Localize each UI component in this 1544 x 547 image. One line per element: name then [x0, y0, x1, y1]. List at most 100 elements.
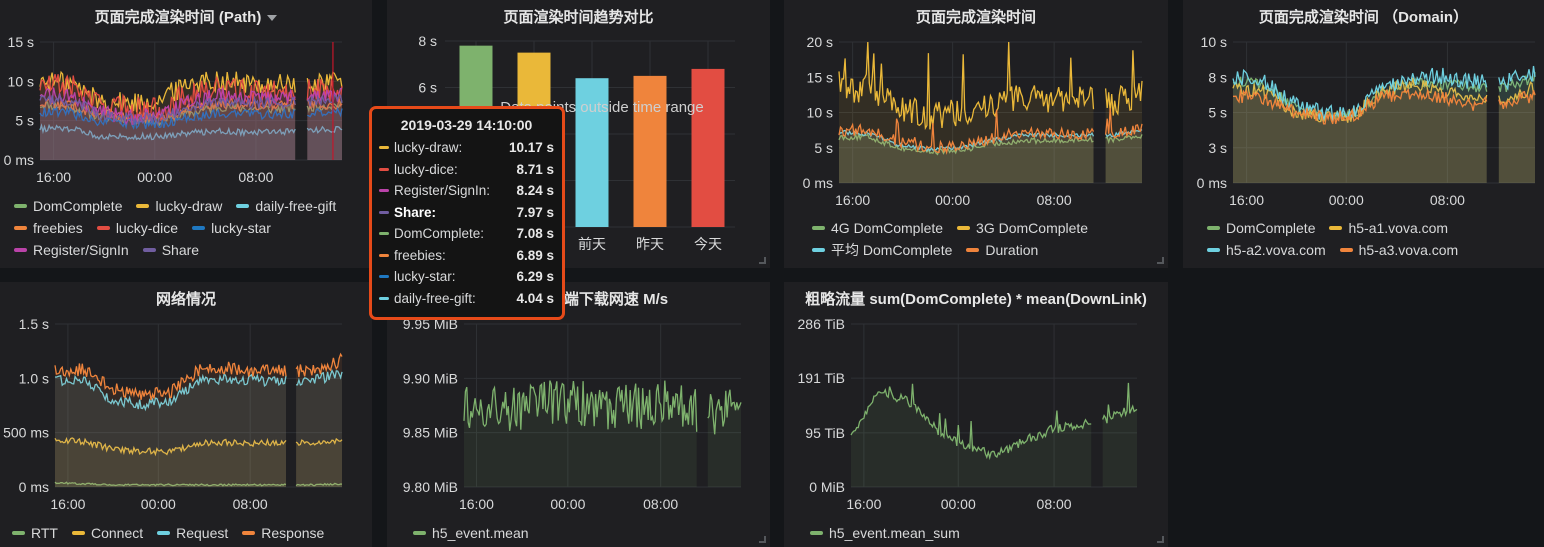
legend-item[interactable]: lucky-draw — [136, 195, 222, 217]
tooltip-series-label: Share: — [394, 204, 437, 220]
legend-item[interactable]: freebies — [14, 217, 83, 239]
legend-label: h5_event.mean_sum — [829, 525, 960, 541]
tooltip-series-label: daily-free-gift: — [394, 290, 476, 306]
series-swatch-icon — [379, 189, 389, 193]
legend-item[interactable]: Share — [142, 239, 199, 261]
legend-item[interactable]: h5-a2.vova.com — [1207, 239, 1326, 261]
legend: 4G DomComplete 3G DomComplete 平均 DomComple… — [812, 217, 1102, 261]
series-area — [296, 354, 342, 487]
y-tick-label: 9.85 MiB — [403, 425, 458, 441]
y-tick-label: 9.80 MiB — [403, 479, 458, 495]
legend-item[interactable]: daily-free-gift — [236, 195, 336, 217]
x-tick-label: 08:00 — [1430, 192, 1465, 208]
legend-label: Request — [176, 525, 229, 541]
tooltip-row: lucky-draw: 10.17 s — [379, 137, 554, 159]
series-swatch-icon — [379, 296, 389, 300]
legend-item[interactable]: Response — [242, 522, 324, 544]
y-tick-label: 10 s — [8, 73, 34, 89]
tooltip-series-label: lucky-dice: — [394, 161, 458, 177]
legend-row: 4G DomComplete 3G DomComplete — [812, 217, 1102, 239]
tooltip-row: Share: 7.97 s — [379, 202, 554, 224]
resize-handle[interactable] — [1157, 257, 1164, 264]
tooltip-series-value: 10.17 s — [508, 140, 554, 156]
y-tick-label: 95 TiB — [805, 425, 845, 441]
resize-handle[interactable] — [1157, 536, 1164, 543]
tooltip-series-value: 6.89 s — [516, 247, 554, 263]
legend-label: h5-a2.vova.com — [1226, 242, 1326, 258]
legend-swatch-icon — [192, 226, 206, 231]
tooltip-row: lucky-star: 6.29 s — [379, 266, 554, 288]
legend-swatch-icon — [236, 204, 250, 209]
panel-domain: 页面完成渲染时间 （Domain） 0 ms 3 s5 s8 s 10 s 16:00… — [1183, 0, 1544, 268]
chart-traffic[interactable]: 0 MiB 95 TiB 191 TiB 286 TiB 16:00 00:00 08:00 — [784, 282, 1168, 547]
legend-swatch-icon — [14, 248, 27, 253]
x-tick-label: 00:00 — [941, 496, 976, 512]
chart-speed[interactable]: 9.80 MiB9.85 MiB9.90 MiB9.95 MiB16:00 00:… — [387, 282, 770, 547]
resize-handle[interactable] — [759, 536, 766, 543]
tooltip-series-value: 8.24 s — [516, 183, 554, 199]
legend-row: h5-a2.vova.com h5-a3.vova.com — [1207, 239, 1472, 261]
legend-item[interactable]: h5-a1.vova.com — [1329, 217, 1448, 239]
x-tick-label: 16:00 — [459, 496, 494, 512]
series-swatch-icon — [379, 253, 389, 257]
legend-label: 3G DomComplete — [976, 220, 1089, 236]
x-tick-label: 00:00 — [550, 496, 585, 512]
tooltip-series-label: DomComplete: — [394, 226, 485, 242]
legend-item[interactable]: Connect — [71, 522, 143, 544]
x-tick-label: 00:00 — [1329, 192, 1364, 208]
legend-item[interactable]: lucky-star — [192, 217, 271, 239]
y-tick-label: 191 TiB — [798, 370, 845, 386]
tooltip-row: lucky-dice: 8.71 s — [379, 159, 554, 181]
y-tick-label: 20 s — [807, 34, 833, 50]
y-tick-label: 500 ms — [3, 425, 49, 441]
legend-item[interactable]: h5_event.mean — [413, 522, 529, 544]
series-area — [851, 383, 1092, 487]
legend-row: freebies lucky-dice lucky-star — [14, 217, 350, 239]
legend-item[interactable]: Request — [157, 522, 228, 544]
legend-item[interactable]: Register/SignIn — [14, 239, 129, 261]
tooltip-row: Register/SignIn: 8.24 s — [379, 180, 554, 202]
x-tick-label: 16:00 — [846, 496, 881, 512]
legend-item[interactable]: h5-a3.vova.com — [1339, 239, 1458, 261]
legend-item[interactable]: 4G DomComplete — [812, 217, 943, 239]
x-tick-label: 16:00 — [835, 192, 870, 208]
y-tick-label: 8 s — [1208, 69, 1227, 85]
legend-swatch-icon — [12, 531, 25, 536]
legend-label: Register/SignIn — [33, 242, 129, 258]
panel-speed: 户端下载网速 M/s 9.80 MiB 9.85 MiB 9.90 MiB 9.95 … — [387, 282, 770, 547]
x-tick-label: 16:00 — [50, 496, 85, 512]
tooltip-series-value: 4.04 s — [516, 290, 554, 306]
legend-swatch-icon — [1207, 226, 1220, 231]
panel-path: 页面完成渲染时间 (Path) 0 ms 5 s 10 s 15 s 16:00 00:0… — [0, 0, 372, 268]
legend-label: h5-a1.vova.com — [1348, 220, 1449, 236]
legend-label: lucky-star — [211, 220, 271, 236]
y-tick-label: 15 s — [8, 34, 34, 50]
y-tick-label: 10 s — [807, 105, 833, 121]
x-tick-label: 00:00 — [935, 192, 970, 208]
legend-item[interactable]: h5_event.mean_sum — [810, 522, 960, 544]
tooltip-row: DomComplete: 7.08 s — [379, 223, 554, 245]
legend-item[interactable]: lucky-dice — [96, 217, 178, 239]
tooltip-series-label: lucky-draw: — [394, 140, 463, 156]
legend-item[interactable]: Duration — [966, 239, 1038, 261]
legend-item[interactable]: 3G DomComplete — [957, 217, 1088, 239]
panel-network: 网络情况 0 ms 500 ms 1.0 s 1.5 s 16:00 00:00 08:00… — [0, 282, 372, 547]
series-swatch-icon — [379, 210, 389, 214]
legend-item[interactable]: RTT — [12, 522, 58, 544]
legend-item[interactable]: DomComplete — [1207, 217, 1315, 239]
x-tick-label: 08:00 — [1037, 192, 1072, 208]
legend-label: 4G DomComplete — [831, 220, 944, 236]
x-tick-label: 08:00 — [233, 496, 268, 512]
legend-item[interactable]: 平均 DomComplete — [812, 239, 952, 261]
legend-label: lucky-draw — [155, 198, 223, 214]
bar[interactable] — [691, 68, 725, 228]
chart-network[interactable]: 0 ms 500 ms 1.0 s 1.5 s 16:00 00:00 08:00 — [0, 282, 372, 547]
legend-item[interactable]: DomComplete — [14, 195, 122, 217]
x-tick-label: 16:00 — [36, 169, 71, 185]
legend-label: freebies — [33, 220, 83, 236]
x-tick-label: 昨天 — [636, 236, 664, 252]
resize-handle[interactable] — [759, 257, 766, 264]
legend-label: h5_event.mean — [432, 525, 529, 541]
tooltip-series-label: Register/SignIn: — [394, 183, 491, 199]
y-tick-label: 10 s — [1201, 34, 1227, 50]
